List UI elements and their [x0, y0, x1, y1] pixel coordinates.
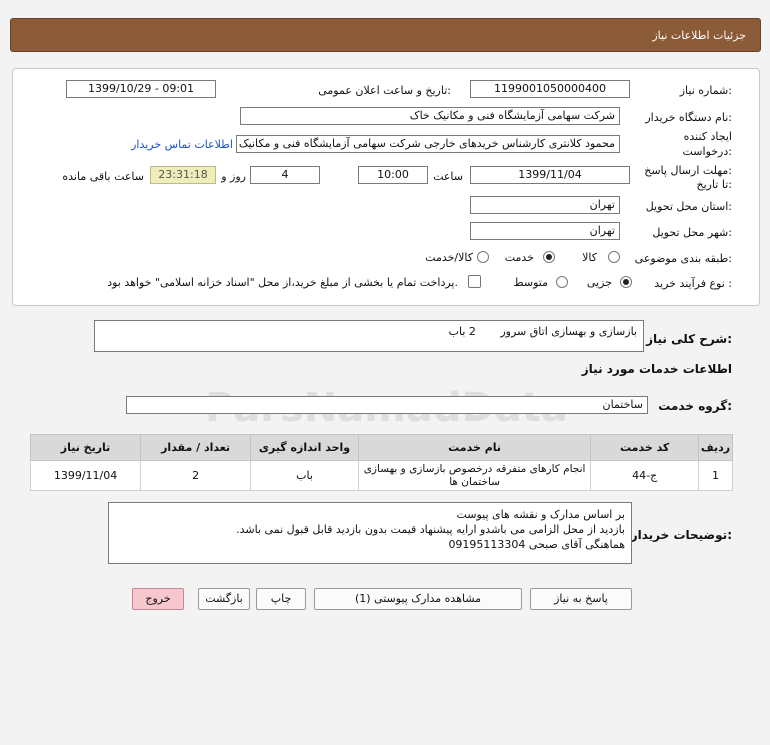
- print-button[interactable]: چاپ: [256, 588, 306, 610]
- days-remaining-field: 4: [250, 166, 320, 184]
- process-minor-label: جزیی: [586, 276, 612, 289]
- creator-field: محمود کلانتری کارشناس خریدهای خارجی شرکت…: [236, 135, 620, 153]
- remaining-time-field: 23:31:18: [150, 166, 216, 184]
- deadline-time-field: 10:00: [358, 166, 428, 184]
- province-field: تهران: [470, 196, 620, 214]
- buyer-note-line: بر اساس مدارک و نقشه های پیوست: [456, 508, 625, 521]
- need-details-panel: [12, 68, 760, 306]
- city-field: تهران: [470, 222, 620, 240]
- treasury-payment-checkbox[interactable]: [468, 275, 481, 288]
- deadline-label-2: تا تاریخ:: [696, 178, 732, 191]
- remaining-time-label: ساعت باقی مانده: [62, 170, 144, 183]
- service-group-label: گروه خدمت:: [658, 399, 732, 413]
- category-goods-service-label: کالا/خدمت: [425, 251, 473, 264]
- service-group-field: ساختمان: [126, 396, 648, 414]
- province-label: استان محل تحویل:: [645, 200, 732, 213]
- treasury-payment-note: پرداخت تمام یا بخشی از مبلغ خرید،از محل …: [107, 276, 458, 289]
- cell-row: 1: [698, 460, 733, 491]
- need-number-label: شماره نیاز:: [679, 84, 732, 97]
- view-attachments-button[interactable]: مشاهده مدارک پیوستی (1): [314, 588, 522, 610]
- summary-label: شرح کلی نیاز:: [646, 332, 732, 346]
- announce-datetime-label: تاریخ و ساعت اعلان عمومی:: [318, 84, 451, 97]
- cell-need-date: 1399/11/04: [29, 460, 142, 491]
- category-goods-service-radio[interactable]: [477, 251, 489, 263]
- creator-label-1: ایجاد کننده: [683, 130, 732, 143]
- cell-unit: باب: [250, 460, 359, 491]
- exit-button[interactable]: خروج: [132, 588, 184, 610]
- buyer-org-field: شرکت سهامی آزمایشگاه فنی و مکانیک خاک: [240, 107, 620, 125]
- announce-datetime-field: 1399/10/29 - 09:01: [66, 80, 216, 98]
- creator-label-2: درخواست:: [682, 145, 733, 158]
- process-medium-radio[interactable]: [556, 276, 568, 288]
- cell-quantity: 2: [140, 460, 252, 491]
- col-unit: واحد اندازه گیری: [250, 434, 359, 461]
- back-button[interactable]: بازگشت: [198, 588, 250, 610]
- col-service-name: نام خدمت: [357, 434, 592, 461]
- process-medium-label: متوسط: [513, 276, 548, 289]
- summary-box: بازسازی و بهسازی اتاق سرور 2 باب: [94, 320, 644, 352]
- services-section-title: اطلاعات خدمات مورد نیاز: [581, 362, 732, 376]
- page-header: جزئیات اطلاعات نیاز: [10, 18, 761, 52]
- category-goods-label: کالا: [582, 251, 597, 264]
- city-label: شهر محل تحویل:: [652, 226, 732, 239]
- col-service-code: کد خدمت: [590, 434, 700, 461]
- process-type-label: نوع فرآیند خرید :: [654, 277, 732, 290]
- col-need-date: تاریخ نیاز: [29, 434, 142, 461]
- buyer-notes-label: توضیحات خریدار:: [630, 528, 732, 542]
- buyer-notes-box: بر اساس مدارک و نقشه های پیوست بازدید از…: [108, 502, 632, 564]
- category-goods-radio[interactable]: [608, 251, 620, 263]
- need-number-field: 1199001050000400: [470, 80, 630, 98]
- col-quantity: تعداد / مقدار: [140, 434, 252, 461]
- table-row: 1 ج-44 انجام کارهای متفرقه درخصوص بازساز…: [29, 460, 733, 491]
- buyer-org-label: نام دستگاه خریدار:: [645, 111, 732, 124]
- col-row: ردیف: [698, 434, 733, 461]
- deadline-time-label: ساعت: [433, 170, 463, 183]
- services-table: ردیف کد خدمت نام خدمت واحد اندازه گیری ت…: [29, 434, 733, 491]
- buyer-note-line: بازدید از محل الزامی می باشدو ارایه پیشن…: [236, 523, 625, 536]
- buyer-note-line: هماهنگی آقای صبحی 09195113304: [448, 538, 625, 551]
- deadline-label-1: مهلت ارسال پاسخ:: [644, 164, 732, 177]
- deadline-date-field: 1399/11/04: [470, 166, 630, 184]
- cell-service-name: انجام کارهای متفرقه درخصوص بازسازی و بهس…: [357, 460, 592, 491]
- buyer-contact-link[interactable]: اطلاعات تماس خریدار: [131, 138, 233, 151]
- category-label: طبقه بندی موضوعی:: [634, 252, 732, 265]
- page-title: جزئیات اطلاعات نیاز: [652, 29, 746, 42]
- reply-to-need-button[interactable]: پاسخ به نیاز: [530, 588, 632, 610]
- days-label: روز و: [221, 170, 246, 183]
- category-service-label: خدمت: [504, 251, 534, 264]
- category-service-radio[interactable]: [543, 251, 555, 263]
- summary-text: بازسازی و بهسازی اتاق سرور 2 باب: [448, 325, 637, 338]
- cell-service-code: ج-44: [590, 460, 700, 491]
- process-minor-radio[interactable]: [620, 276, 632, 288]
